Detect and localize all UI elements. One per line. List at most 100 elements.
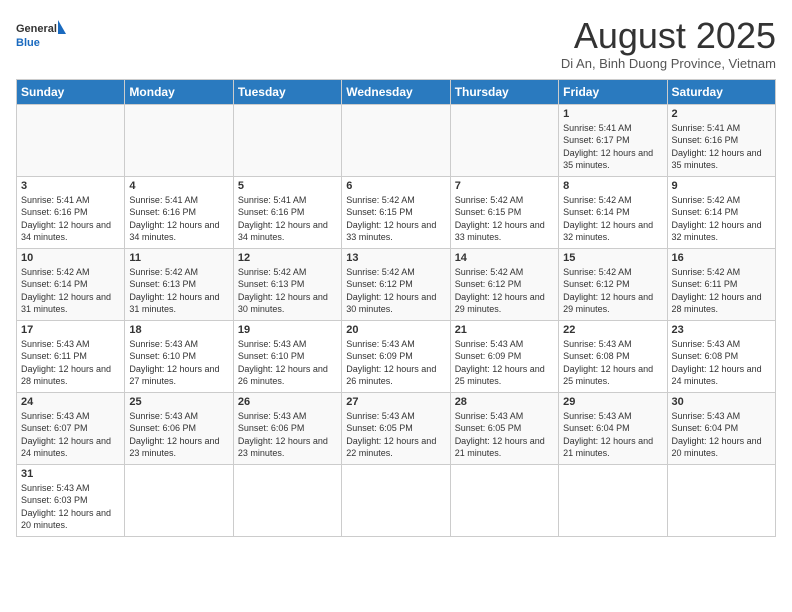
header-wednesday: Wednesday xyxy=(342,79,450,104)
table-row: 3 Sunrise: 5:41 AM Sunset: 6:16 PM Daylig… xyxy=(17,176,125,248)
table-row: 26Sunrise: 5:43 AM Sunset: 6:06 PM Dayli… xyxy=(233,392,341,464)
table-row: 31 Sunrise: 5:43 AM Sunset: 6:03 PM Dayli… xyxy=(17,464,125,536)
table-row: 9 Sunrise: 5:42 AM Sunset: 6:14 PM Daylig… xyxy=(667,176,775,248)
day-info: Sunrise: 5:42 AM Sunset: 6:12 PM Dayligh… xyxy=(563,266,662,316)
day-info: Sunrise: 5:43 AM Sunset: 6:06 PM Dayligh… xyxy=(129,410,228,460)
svg-text:Blue: Blue xyxy=(16,37,40,49)
day-number: 2 xyxy=(672,108,771,120)
table-row xyxy=(559,464,667,536)
day-info: Sunrise: 5:42 AM Sunset: 6:15 PM Dayligh… xyxy=(346,194,445,244)
day-info: Sunrise: 5:41 AM Sunset: 6:16 PM Dayligh… xyxy=(238,194,337,244)
table-row: 8Sunrise: 5:42 AM Sunset: 6:14 PM Daylig… xyxy=(559,176,667,248)
table-row: 19 Sunrise: 5:43 AM Sunset: 6:10 PM Dayli… xyxy=(233,320,341,392)
table-row: 10Sunrise: 5:42 AM Sunset: 6:14 PM Dayli… xyxy=(17,248,125,320)
day-number: 14 xyxy=(455,252,554,264)
table-row: 27 Sunrise: 5:43 AM Sunset: 6:05 PM Dayli… xyxy=(342,392,450,464)
table-row xyxy=(667,464,775,536)
table-row xyxy=(233,464,341,536)
table-row: 22 Sunrise: 5:43 AM Sunset: 6:08 PM Dayli… xyxy=(559,320,667,392)
day-number: 5 xyxy=(238,180,337,192)
day-number: 31 xyxy=(21,468,120,480)
day-info: Sunrise: 5:42 AM Sunset: 6:14 PM Dayligh… xyxy=(21,266,120,316)
table-row: 4Sunrise: 5:41 AM Sunset: 6:16 PM Daylig… xyxy=(125,176,233,248)
calendar-week-row: 31 Sunrise: 5:43 AM Sunset: 6:03 PM Dayli… xyxy=(17,464,776,536)
day-info: Sunrise: 5:42 AM Sunset: 6:13 PM Dayligh… xyxy=(129,266,228,316)
calendar-title: August 2025 xyxy=(561,16,776,56)
day-number: 22 xyxy=(563,324,662,336)
table-row: 12 Sunrise: 5:42 AM Sunset: 6:13 PM Dayli… xyxy=(233,248,341,320)
day-info: Sunrise: 5:41 AM Sunset: 6:16 PM Dayligh… xyxy=(21,194,120,244)
day-number: 27 xyxy=(346,396,445,408)
table-row: 7 Sunrise: 5:42 AM Sunset: 6:15 PM Daylig… xyxy=(450,176,558,248)
table-row xyxy=(450,464,558,536)
calendar-week-row: 10Sunrise: 5:42 AM Sunset: 6:14 PM Dayli… xyxy=(17,248,776,320)
header-monday: Monday xyxy=(125,79,233,104)
day-number: 16 xyxy=(672,252,771,264)
table-row: 29Sunrise: 5:43 AM Sunset: 6:04 PM Dayli… xyxy=(559,392,667,464)
table-row: 1Sunrise: 5:41 AM Sunset: 6:17 PM Daylig… xyxy=(559,104,667,176)
day-number: 8 xyxy=(563,180,662,192)
day-info: Sunrise: 5:43 AM Sunset: 6:04 PM Dayligh… xyxy=(672,410,771,460)
header-thursday: Thursday xyxy=(450,79,558,104)
day-number: 24 xyxy=(21,396,120,408)
day-info: Sunrise: 5:43 AM Sunset: 6:08 PM Dayligh… xyxy=(563,338,662,388)
day-info: Sunrise: 5:43 AM Sunset: 6:07 PM Dayligh… xyxy=(21,410,120,460)
table-row: 16 Sunrise: 5:42 AM Sunset: 6:11 PM Dayli… xyxy=(667,248,775,320)
day-info: Sunrise: 5:43 AM Sunset: 6:05 PM Dayligh… xyxy=(346,410,445,460)
day-info: Sunrise: 5:41 AM Sunset: 6:16 PM Dayligh… xyxy=(672,122,771,172)
day-info: Sunrise: 5:42 AM Sunset: 6:14 PM Dayligh… xyxy=(672,194,771,244)
calendar-week-row: 3 Sunrise: 5:41 AM Sunset: 6:16 PM Daylig… xyxy=(17,176,776,248)
table-row xyxy=(125,464,233,536)
day-number: 9 xyxy=(672,180,771,192)
day-number: 19 xyxy=(238,324,337,336)
weekday-header-row: Sunday Monday Tuesday Wednesday Thursday… xyxy=(17,79,776,104)
day-info: Sunrise: 5:42 AM Sunset: 6:13 PM Dayligh… xyxy=(238,266,337,316)
day-info: Sunrise: 5:41 AM Sunset: 6:17 PM Dayligh… xyxy=(563,122,662,172)
day-number: 7 xyxy=(455,180,554,192)
table-row: 24 Sunrise: 5:43 AM Sunset: 6:07 PM Dayli… xyxy=(17,392,125,464)
table-row: 28 Sunrise: 5:43 AM Sunset: 6:05 PM Dayli… xyxy=(450,392,558,464)
day-number: 30 xyxy=(672,396,771,408)
day-number: 25 xyxy=(129,396,228,408)
day-number: 11 xyxy=(129,252,228,264)
day-number: 18 xyxy=(129,324,228,336)
table-row: 23 Sunrise: 5:43 AM Sunset: 6:08 PM Dayli… xyxy=(667,320,775,392)
day-info: Sunrise: 5:43 AM Sunset: 6:03 PM Dayligh… xyxy=(21,482,120,532)
table-row: 14Sunrise: 5:42 AM Sunset: 6:12 PM Dayli… xyxy=(450,248,558,320)
day-info: Sunrise: 5:43 AM Sunset: 6:06 PM Dayligh… xyxy=(238,410,337,460)
table-row: 5 Sunrise: 5:41 AM Sunset: 6:16 PM Daylig… xyxy=(233,176,341,248)
table-row: 21 Sunrise: 5:43 AM Sunset: 6:09 PM Dayli… xyxy=(450,320,558,392)
header-saturday: Saturday xyxy=(667,79,775,104)
day-info: Sunrise: 5:41 AM Sunset: 6:16 PM Dayligh… xyxy=(129,194,228,244)
day-info: Sunrise: 5:43 AM Sunset: 6:05 PM Dayligh… xyxy=(455,410,554,460)
day-info: Sunrise: 5:42 AM Sunset: 6:15 PM Dayligh… xyxy=(455,194,554,244)
day-number: 3 xyxy=(21,180,120,192)
day-info: Sunrise: 5:43 AM Sunset: 6:10 PM Dayligh… xyxy=(238,338,337,388)
table-row xyxy=(125,104,233,176)
day-info: Sunrise: 5:42 AM Sunset: 6:12 PM Dayligh… xyxy=(346,266,445,316)
day-number: 28 xyxy=(455,396,554,408)
day-number: 17 xyxy=(21,324,120,336)
day-number: 6 xyxy=(346,180,445,192)
day-info: Sunrise: 5:42 AM Sunset: 6:11 PM Dayligh… xyxy=(672,266,771,316)
calendar-subtitle: Di An, Binh Duong Province, Vietnam xyxy=(561,56,776,71)
day-number: 23 xyxy=(672,324,771,336)
logo-svg: General Blue xyxy=(16,16,66,56)
table-row: 25 Sunrise: 5:43 AM Sunset: 6:06 PM Dayli… xyxy=(125,392,233,464)
day-number: 12 xyxy=(238,252,337,264)
day-info: Sunrise: 5:43 AM Sunset: 6:08 PM Dayligh… xyxy=(672,338,771,388)
calendar-week-row: 1Sunrise: 5:41 AM Sunset: 6:17 PM Daylig… xyxy=(17,104,776,176)
day-info: Sunrise: 5:43 AM Sunset: 6:11 PM Dayligh… xyxy=(21,338,120,388)
day-number: 29 xyxy=(563,396,662,408)
day-number: 20 xyxy=(346,324,445,336)
table-row: 18 Sunrise: 5:43 AM Sunset: 6:10 PM Dayli… xyxy=(125,320,233,392)
day-info: Sunrise: 5:43 AM Sunset: 6:10 PM Dayligh… xyxy=(129,338,228,388)
table-row: 30 Sunrise: 5:43 AM Sunset: 6:04 PM Dayli… xyxy=(667,392,775,464)
day-info: Sunrise: 5:43 AM Sunset: 6:09 PM Dayligh… xyxy=(346,338,445,388)
title-area: August 2025 Di An, Binh Duong Province, … xyxy=(561,16,776,71)
table-row xyxy=(342,104,450,176)
day-info: Sunrise: 5:43 AM Sunset: 6:09 PM Dayligh… xyxy=(455,338,554,388)
day-number: 21 xyxy=(455,324,554,336)
header-tuesday: Tuesday xyxy=(233,79,341,104)
table-row xyxy=(17,104,125,176)
